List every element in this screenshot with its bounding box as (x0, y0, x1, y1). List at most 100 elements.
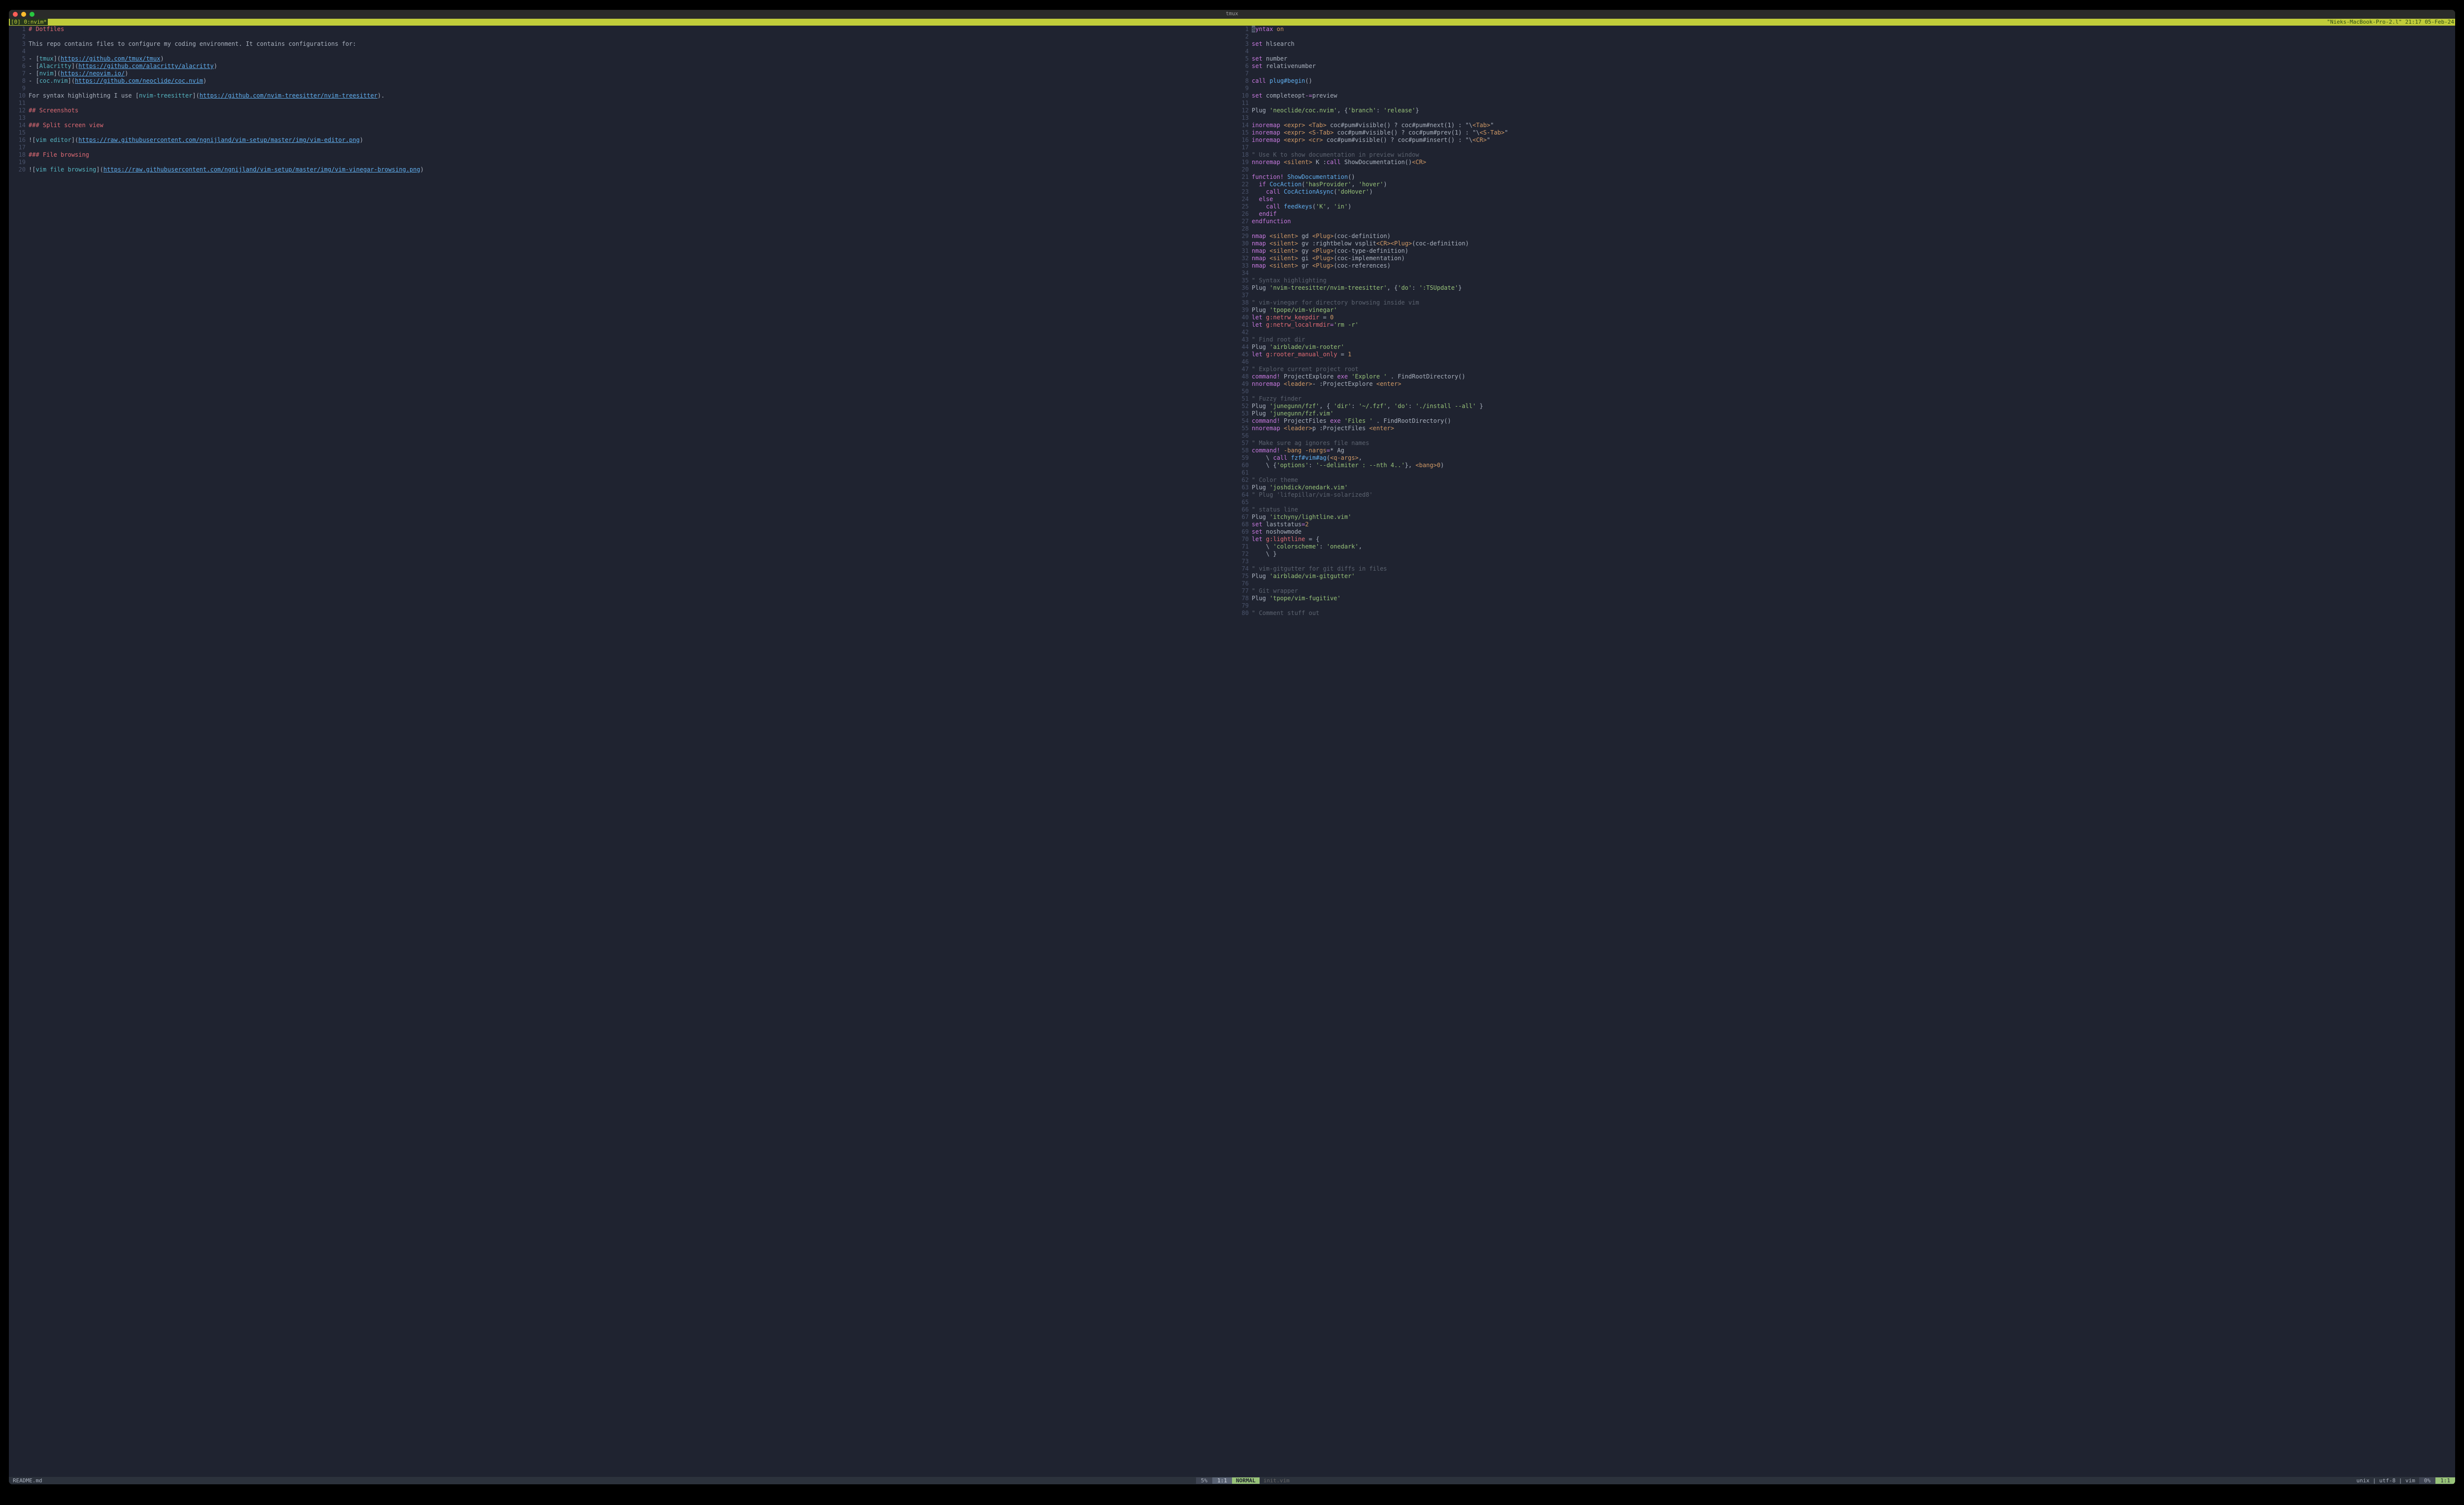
code-line[interactable]: 77" Git wrapper (1232, 587, 2455, 595)
close-icon[interactable] (13, 12, 18, 17)
code-line[interactable]: 12## Screenshots (9, 107, 1232, 114)
code-line[interactable]: 20 (1232, 166, 2455, 173)
code-line[interactable]: 80" Comment stuff out (1232, 610, 2455, 617)
code-line[interactable]: 14inoremap <expr> <Tab> coc#pum#visible(… (1232, 122, 2455, 129)
code-line[interactable]: 32nmap <silent> gi <Plug>(coc-implementa… (1232, 255, 2455, 262)
code-line[interactable]: 34 (1232, 270, 2455, 277)
code-line[interactable]: 11 (9, 100, 1232, 107)
code-line[interactable]: 54command! ProjectFiles exe 'Files ' . F… (1232, 417, 2455, 425)
tmux-window-label[interactable]: [0] 0:nvim* (10, 19, 48, 25)
code-line[interactable]: 42 (1232, 329, 2455, 336)
code-line[interactable]: 14### Split screen view (9, 122, 1232, 129)
code-line[interactable]: 6set relativenumber (1232, 63, 2455, 70)
code-line[interactable]: 53Plug 'junegunn/fzf.vim' (1232, 410, 2455, 417)
code-line[interactable]: 20![vim file browsing](https://raw.githu… (9, 166, 1232, 173)
code-line[interactable]: 52Plug 'junegunn/fzf', { 'dir': '~/.fzf'… (1232, 403, 2455, 410)
code-line[interactable]: 8call plug#begin() (1232, 77, 2455, 85)
code-line[interactable]: 31nmap <silent> gy <Plug>(coc-type-defin… (1232, 247, 2455, 255)
code-line[interactable]: 59 \ call fzf#vim#ag(<q-args>, (1232, 454, 2455, 462)
code-line[interactable]: 69set noshowmode (1232, 528, 2455, 536)
right-buffer[interactable]: 1syntax on23set hlsearch45set number6set… (1232, 26, 2455, 1477)
code-line[interactable]: 74" vim-gitgutter for git diffs in files (1232, 565, 2455, 573)
code-line[interactable]: 63Plug 'joshdick/onedark.vim' (1232, 484, 2455, 491)
code-line[interactable]: 67Plug 'itchyny/lightline.vim' (1232, 513, 2455, 521)
code-line[interactable]: 9 (1232, 85, 2455, 92)
code-line[interactable]: 3set hlsearch (1232, 40, 2455, 48)
code-line[interactable]: 47" Explore current project root (1232, 366, 2455, 373)
code-line[interactable]: 17 (1232, 144, 2455, 151)
code-line[interactable]: 19nnoremap <silent> K :call ShowDocument… (1232, 159, 2455, 166)
code-line[interactable]: 2 (9, 33, 1232, 40)
code-line[interactable]: 79 (1232, 602, 2455, 610)
code-line[interactable]: 5- [tmux](https://github.com/tmux/tmux) (9, 55, 1232, 63)
code-line[interactable]: 78Plug 'tpope/vim-fugitive' (1232, 595, 2455, 602)
code-line[interactable]: 7- [nvim](https://neovim.io/) (9, 70, 1232, 77)
code-line[interactable]: 29nmap <silent> gd <Plug>(coc-definition… (1232, 233, 2455, 240)
code-line[interactable]: 50 (1232, 388, 2455, 395)
code-line[interactable]: 24 else (1232, 196, 2455, 203)
code-line[interactable]: 64" Plug 'lifepillar/vim-solarized8' (1232, 491, 2455, 499)
code-line[interactable]: 9 (9, 85, 1232, 92)
code-line[interactable]: 75Plug 'airblade/vim-gitgutter' (1232, 573, 2455, 580)
code-line[interactable]: 15 (9, 129, 1232, 137)
code-line[interactable]: 58command! -bang -nargs=* Ag (1232, 447, 2455, 454)
code-line[interactable]: 40let g:netrw_keepdir = 0 (1232, 314, 2455, 321)
code-line[interactable]: 46 (1232, 358, 2455, 366)
code-line[interactable]: 27endfunction (1232, 218, 2455, 225)
code-line[interactable]: 72 \ } (1232, 550, 2455, 558)
code-line[interactable]: 61 (1232, 469, 2455, 477)
code-line[interactable]: 10set completeopt-=preview (1232, 92, 2455, 100)
code-line[interactable]: 6- [Alacritty](https://github.com/alacri… (9, 63, 1232, 70)
code-line[interactable]: 44Plug 'airblade/vim-rooter' (1232, 343, 2455, 351)
code-line[interactable]: 36Plug 'nvim-treesitter/nvim-treesitter'… (1232, 284, 2455, 292)
code-line[interactable]: 13 (9, 114, 1232, 122)
code-line[interactable]: 8- [coc.nvim](https://github.com/neoclid… (9, 77, 1232, 85)
code-line[interactable]: 5set number (1232, 55, 2455, 63)
code-line[interactable]: 18" Use K to show documentation in previ… (1232, 151, 2455, 159)
code-line[interactable]: 39Plug 'tpope/vim-vinegar' (1232, 307, 2455, 314)
code-line[interactable]: 49nnoremap <leader>- :ProjectExplore <en… (1232, 380, 2455, 388)
code-line[interactable]: 71 \ 'colorscheme': 'onedark', (1232, 543, 2455, 550)
code-line[interactable]: 43" Find root dir (1232, 336, 2455, 343)
code-line[interactable]: 7 (1232, 70, 2455, 77)
code-line[interactable]: 55nnoremap <leader>p :ProjectFiles <ente… (1232, 425, 2455, 432)
code-line[interactable]: 22 if CocAction('hasProvider', 'hover') (1232, 181, 2455, 188)
code-line[interactable]: 18### File browsing (9, 151, 1232, 159)
left-pane[interactable]: 1# Dotfiles23This repo contains files to… (9, 26, 1232, 1484)
minimize-icon[interactable] (21, 12, 26, 17)
code-line[interactable]: 1syntax on (1232, 26, 2455, 33)
code-line[interactable]: 26 endif (1232, 210, 2455, 218)
code-line[interactable]: 68set laststatus=2 (1232, 521, 2455, 528)
code-line[interactable]: 12Plug 'neoclide/coc.nvim', {'branch': '… (1232, 107, 2455, 114)
code-line[interactable]: 73 (1232, 558, 2455, 565)
code-line[interactable]: 70let g:lightline = { (1232, 536, 2455, 543)
code-line[interactable]: 38" vim-vinegar for directory browsing i… (1232, 299, 2455, 307)
code-line[interactable]: 19 (9, 159, 1232, 166)
code-line[interactable]: 57" Make sure ag ignores file names (1232, 440, 2455, 447)
code-line[interactable]: 16inoremap <expr> <cr> coc#pum#visible()… (1232, 137, 2455, 144)
code-line[interactable]: 28 (1232, 225, 2455, 233)
code-line[interactable]: 11 (1232, 100, 2455, 107)
code-line[interactable]: 33nmap <silent> gr <Plug>(coc-references… (1232, 262, 2455, 270)
right-pane[interactable]: 1syntax on23set hlsearch45set number6set… (1232, 26, 2455, 1484)
code-line[interactable]: 10For syntax highlighting I use [nvim-tr… (9, 92, 1232, 100)
code-line[interactable]: 48command! ProjectExplore exe 'Explore '… (1232, 373, 2455, 380)
code-line[interactable]: 60 \ {'options': '--delimiter : --nth 4.… (1232, 462, 2455, 469)
code-line[interactable]: 37 (1232, 292, 2455, 299)
code-line[interactable]: 16![vim editor](https://raw.githubuserco… (9, 137, 1232, 144)
code-line[interactable]: 76 (1232, 580, 2455, 587)
code-line[interactable]: 4 (9, 48, 1232, 55)
code-line[interactable]: 21function! ShowDocumentation() (1232, 173, 2455, 181)
code-line[interactable]: 35" Syntax highlighting (1232, 277, 2455, 284)
code-line[interactable]: 30nmap <silent> gv :rightbelow vsplit<CR… (1232, 240, 2455, 247)
code-line[interactable]: 41let g:netrw_localrmdir='rm -r' (1232, 321, 2455, 329)
code-line[interactable]: 45let g:rooter_manual_only = 1 (1232, 351, 2455, 358)
code-line[interactable]: 23 call CocActionAsync('doHover') (1232, 188, 2455, 196)
code-line[interactable]: 62" Color theme (1232, 477, 2455, 484)
zoom-icon[interactable] (30, 12, 34, 17)
code-line[interactable]: 2 (1232, 33, 2455, 40)
code-line[interactable]: 13 (1232, 114, 2455, 122)
code-line[interactable]: 56 (1232, 432, 2455, 440)
code-line[interactable]: 66" status line (1232, 506, 2455, 513)
left-buffer[interactable]: 1# Dotfiles23This repo contains files to… (9, 26, 1232, 1477)
